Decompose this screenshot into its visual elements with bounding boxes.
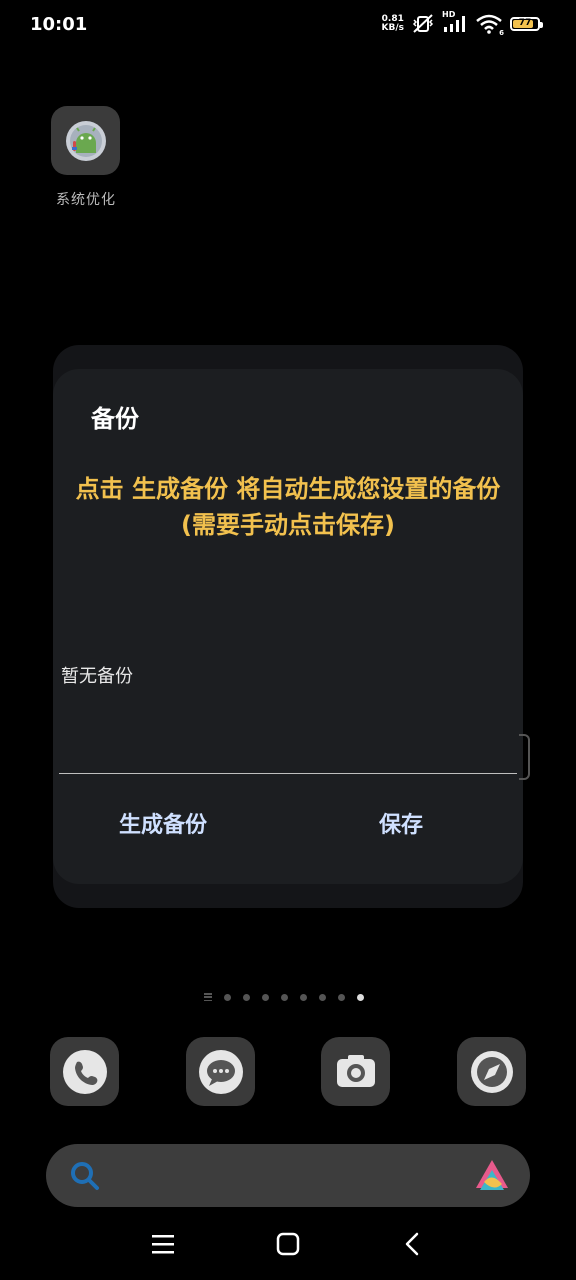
battery-icon: 77	[510, 17, 543, 31]
signal-group: HD	[442, 10, 468, 34]
page-dot	[338, 993, 345, 1001]
app-label: 系统优化	[56, 192, 116, 208]
wifi-sub: 6	[499, 29, 504, 37]
status-icons: 0.81 KB/s HD 6 77	[382, 10, 543, 37]
page-dot	[243, 993, 250, 1001]
navigation-bar	[0, 1226, 576, 1266]
page-dot	[319, 993, 326, 1001]
dock-phone[interactable]	[50, 1037, 119, 1106]
browser-icon	[470, 1050, 513, 1093]
backup-dialog: 备份 点击 生成备份 将自动生成您设置的备份(需要手动点击保存) 暂无备份 生成…	[53, 369, 523, 884]
dock-browser[interactable]	[457, 1037, 526, 1106]
page-dot	[262, 993, 269, 1001]
empty-backup-text: 暂无备份	[61, 666, 133, 687]
vibrate-off-icon	[412, 14, 434, 33]
home-search-bar[interactable]	[46, 1144, 530, 1207]
assistant-icon[interactable]	[474, 1158, 510, 1192]
dock-messages[interactable]	[186, 1037, 255, 1106]
camera-icon	[336, 1054, 375, 1087]
cell-signal-icon	[444, 16, 465, 32]
dialog-message: 点击 生成备份 将自动生成您设置的备份(需要手动点击保存)	[75, 475, 501, 539]
dialog-title: 备份	[91, 405, 139, 433]
wifi-icon	[476, 14, 502, 34]
status-time: 10:01	[30, 14, 88, 35]
wifi-group: 6	[476, 14, 504, 37]
edge-handle[interactable]	[519, 734, 530, 780]
dock-camera[interactable]	[321, 1037, 390, 1106]
page-dot-active	[357, 993, 364, 1001]
network-speed-unit: KB/s	[381, 23, 404, 33]
page-dot	[224, 993, 231, 1001]
network-speed: 0.81 KB/s	[382, 15, 404, 33]
generate-backup-button[interactable]: 生成备份	[119, 807, 207, 839]
back-chevron-icon[interactable]	[402, 1232, 422, 1256]
android-optimize-icon	[51, 106, 120, 175]
battery-level: 77	[518, 18, 532, 28]
page-dot	[281, 993, 288, 1001]
phone-icon	[62, 1049, 107, 1094]
save-button[interactable]: 保存	[379, 807, 423, 839]
recents-menu-icon[interactable]	[151, 1232, 175, 1256]
dialog-divider	[59, 773, 517, 774]
home-square-icon[interactable]	[276, 1232, 300, 1256]
search-icon	[71, 1162, 99, 1190]
message-icon	[198, 1049, 243, 1094]
app-system-optimize[interactable]: 系统优化	[51, 106, 121, 209]
page-list-icon	[204, 993, 212, 1001]
page-indicator	[204, 993, 364, 1001]
status-bar: 10:01 0.81 KB/s HD 6 77	[0, 0, 576, 54]
page-dot	[300, 993, 307, 1001]
